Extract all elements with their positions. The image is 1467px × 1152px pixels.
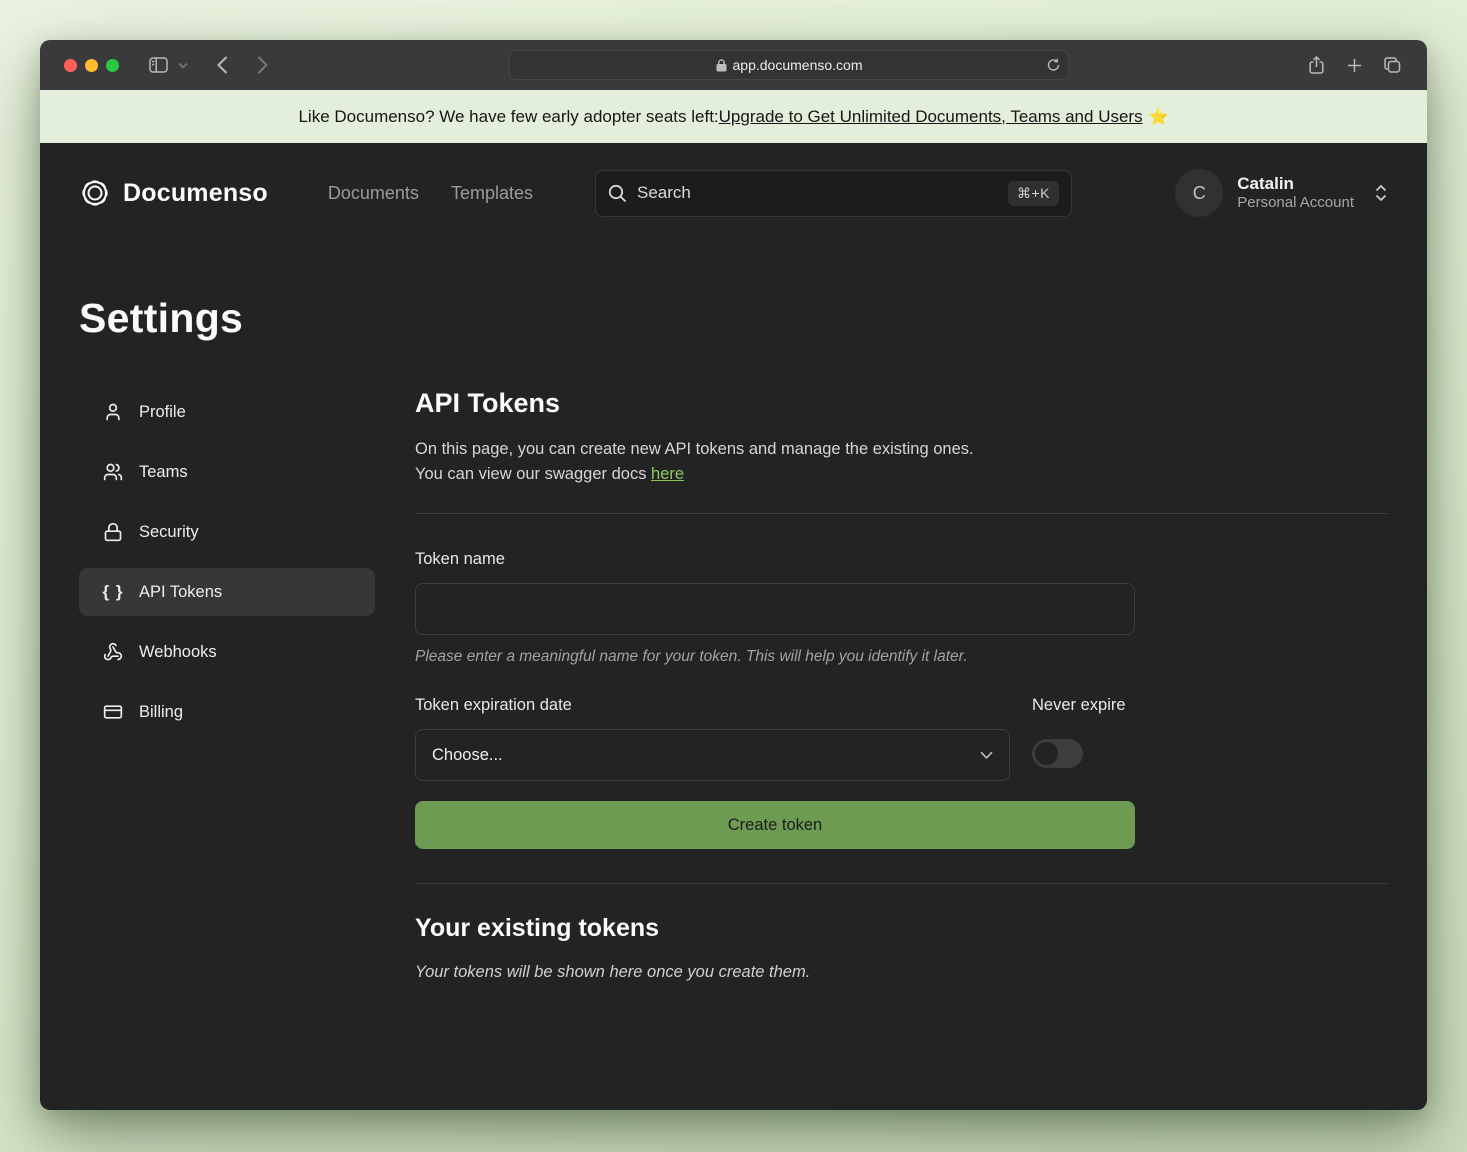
- share-icon[interactable]: [1301, 52, 1331, 78]
- upgrade-link[interactable]: Upgrade to Get Unlimited Documents, Team…: [719, 107, 1143, 127]
- close-window-button[interactable]: [64, 59, 77, 72]
- minimize-window-button[interactable]: [85, 59, 98, 72]
- credit-card-icon: [102, 702, 124, 722]
- search-shortcut-badge: ⌘+K: [1008, 181, 1059, 206]
- nav-templates[interactable]: Templates: [451, 183, 533, 204]
- user-icon: [102, 402, 124, 422]
- settings-sidebar: Profile Teams: [79, 388, 375, 982]
- never-expire-label: Never expire: [1032, 696, 1135, 715]
- divider: [415, 883, 1388, 884]
- braces-icon: { }: [102, 582, 124, 602]
- chevrons-up-down-icon: [1374, 184, 1388, 202]
- search-input[interactable]: [637, 183, 998, 203]
- back-button[interactable]: [207, 52, 237, 78]
- sidebar-toggle-icon[interactable]: [143, 52, 173, 78]
- chevron-down-icon: [980, 751, 993, 759]
- search-box[interactable]: ⌘+K: [595, 170, 1072, 217]
- reload-icon[interactable]: [1047, 58, 1060, 72]
- lock-icon: [102, 522, 124, 542]
- sidebar-item-billing[interactable]: Billing: [79, 688, 375, 736]
- sidebar-item-label: Teams: [139, 463, 188, 482]
- users-icon: [102, 462, 124, 482]
- sidebar-item-security[interactable]: Security: [79, 508, 375, 556]
- app-header: Documenso Documents Templates ⌘+K C: [79, 143, 1388, 243]
- url-text: app.documenso.com: [733, 57, 863, 73]
- user-name: Catalin: [1237, 173, 1354, 194]
- token-name-hint: Please enter a meaningful name for your …: [415, 648, 1135, 666]
- never-expire-toggle[interactable]: [1032, 739, 1083, 768]
- main-nav: Documents Templates: [328, 183, 533, 204]
- search-icon: [608, 184, 627, 203]
- page-title: Settings: [79, 295, 1388, 342]
- sidebar-item-label: Security: [139, 523, 199, 542]
- sidebar-item-label: Profile: [139, 403, 186, 422]
- star-emoji: ⭐: [1149, 107, 1169, 127]
- expiration-label: Token expiration date: [415, 696, 1010, 715]
- api-tokens-panel: API Tokens On this page, you can create …: [415, 388, 1388, 982]
- user-menu[interactable]: C Catalin Personal Account: [1175, 169, 1388, 217]
- expiration-selected-value: Choose...: [432, 746, 503, 765]
- avatar: C: [1175, 169, 1223, 217]
- webhook-icon: [102, 642, 124, 662]
- section-description-line2: You can view our swagger docs: [415, 465, 651, 483]
- toggle-knob: [1035, 742, 1058, 765]
- avatar-initial: C: [1193, 183, 1206, 204]
- existing-tokens-empty-text: Your tokens will be shown here once you …: [415, 963, 1388, 982]
- upgrade-banner: Like Documenso? We have few early adopte…: [40, 90, 1427, 143]
- new-tab-icon[interactable]: [1339, 52, 1369, 78]
- divider: [415, 513, 1388, 514]
- token-name-label: Token name: [415, 550, 1135, 569]
- sidebar-item-api-tokens[interactable]: { } API Tokens: [79, 568, 375, 616]
- sidebar-item-webhooks[interactable]: Webhooks: [79, 628, 375, 676]
- ssl-lock-icon: [716, 59, 727, 72]
- create-token-button[interactable]: Create token: [415, 801, 1135, 849]
- documenso-logo-icon: [79, 177, 111, 209]
- swagger-docs-link[interactable]: here: [651, 465, 684, 483]
- banner-text: Like Documenso? We have few early adopte…: [298, 107, 718, 127]
- brand[interactable]: Documenso: [79, 177, 268, 209]
- existing-tokens-heading: Your existing tokens: [415, 914, 1388, 943]
- user-account-type: Personal Account: [1237, 194, 1354, 213]
- section-heading: API Tokens: [415, 388, 1388, 419]
- sidebar-item-profile[interactable]: Profile: [79, 388, 375, 436]
- sidebar-item-label: Webhooks: [139, 643, 217, 662]
- browser-window: app.documenso.com: [40, 40, 1427, 1110]
- nav-documents[interactable]: Documents: [328, 183, 419, 204]
- address-bar[interactable]: app.documenso.com: [509, 50, 1069, 80]
- token-name-input[interactable]: [415, 583, 1135, 635]
- forward-button[interactable]: [247, 52, 277, 78]
- sidebar-item-teams[interactable]: Teams: [79, 448, 375, 496]
- expiration-select[interactable]: Choose...: [415, 729, 1010, 781]
- chevron-down-icon[interactable]: [173, 52, 193, 78]
- sidebar-item-label: API Tokens: [139, 583, 222, 602]
- brand-name: Documenso: [123, 179, 268, 208]
- tab-overview-icon[interactable]: [1377, 52, 1407, 78]
- zoom-window-button[interactable]: [106, 59, 119, 72]
- browser-toolbar: app.documenso.com: [40, 40, 1427, 90]
- traffic-lights: [64, 59, 119, 72]
- app-content: Documenso Documents Templates ⌘+K C: [40, 143, 1427, 1110]
- section-description-line1: On this page, you can create new API tok…: [415, 440, 974, 458]
- sidebar-item-label: Billing: [139, 703, 183, 722]
